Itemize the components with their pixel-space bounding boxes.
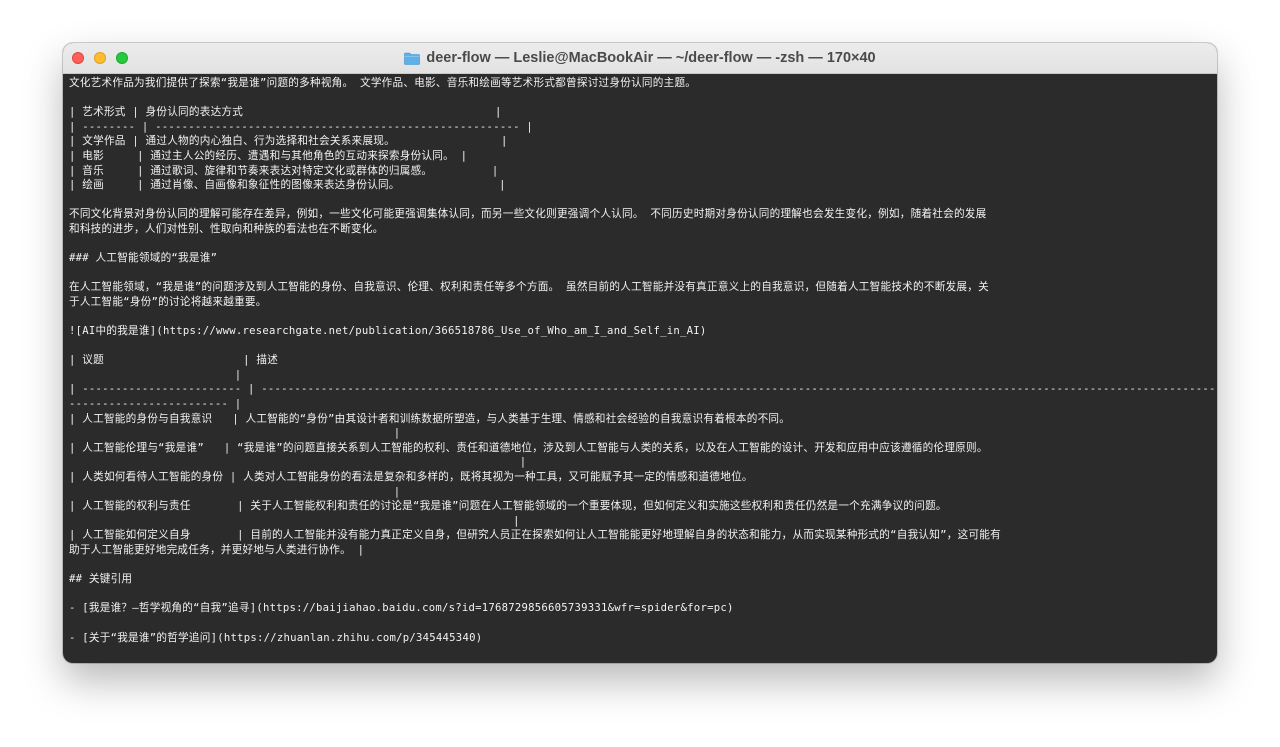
terminal-line: | 人工智能的身份与自我意识 | 人工智能的“身份”由其设计者和训练数据所塑造，… <box>69 412 791 425</box>
terminal-window: deer-flow — Leslie@MacBookAir — ~/deer-f… <box>63 43 1217 663</box>
terminal-line: | 艺术形式 | 身份认同的表达方式 | <box>69 106 502 119</box>
terminal-line: 文化艺术作品为我们提供了探索“我是谁”问题的多种视角。 文学作品、电影、音乐和绘… <box>69 77 697 89</box>
terminal-line: | <box>69 485 401 498</box>
terminal-line: | <box>69 427 401 440</box>
folder-icon <box>404 52 421 65</box>
terminal-line: ## 关键引用 <box>69 573 133 586</box>
terminal-line: - [我是谁？—哲学视角的“自我”追寻](https://baijiahao.b… <box>69 602 734 615</box>
terminal-line: | 人工智能的权利与责任 | 关于人工智能权利和责任的讨论是“我是谁”问题在人工… <box>69 500 947 513</box>
terminal-line: | 音乐 | 通过歌词、旋律和节奏来表达对特定文化或群体的归属感。 | <box>69 164 499 177</box>
terminal-line: ------------------------ | <box>69 398 242 411</box>
terminal-line: - [关于“我是谁”的哲学追问](https://zhuanlan.zhihu.… <box>69 631 483 644</box>
terminal-line: | 绘画 | 通过肖像、自画像和象征性的图像来表达身份认同。 | <box>69 179 506 192</box>
terminal-line: | <box>69 368 242 381</box>
terminal-line: 于人工智能“身份”的讨论将越来越重要。 <box>69 295 267 308</box>
terminal-line: | 文学作品 | 通过人物的内心独白、行为选择和社会关系来展现。 | <box>69 135 508 148</box>
terminal-line: | <box>69 456 527 469</box>
terminal-output[interactable]: 文化艺术作品为我们提供了探索“我是谁”问题的多种视角。 文学作品、电影、音乐和绘… <box>69 74 1215 663</box>
terminal-line: | ------------------------ | -----------… <box>69 383 1215 396</box>
window-title: deer-flow — Leslie@MacBookAir — ~/deer-f… <box>426 50 876 66</box>
terminal-line: 不同文化背景对身份认同的理解可能存在差异，例如，一些文化可能更强调集体认同，而另… <box>69 208 987 221</box>
terminal-line: | 人工智能伦理与“我是谁” | “我是谁”的问题直接关系到人工智能的权利、责任… <box>69 441 988 454</box>
terminal-line: | 议题 | 描述 <box>69 354 279 367</box>
terminal-line: 和科技的进步，人们对性别、性取向和种族的看法也在不断变化。 <box>69 222 384 235</box>
terminal-line: | 人工智能如何定义自身 | 目前的人工智能并没有能力真正定义自身，但研究人员正… <box>69 529 1001 542</box>
terminal-line: 在人工智能领域，“我是谁”的问题涉及到人工智能的身份、自我意识、伦理、权利和责任… <box>69 281 989 294</box>
terminal-line: | -------- | ---------------------------… <box>69 120 533 133</box>
terminal-line: | 电影 | 通过主人公的经历、遭遇和与其他角色的互动来探索身份认同。 | <box>69 149 468 162</box>
terminal-line: 助于人工智能更好地完成任务，并更好地与人类进行协作。 | <box>69 544 365 556</box>
terminal-line: | <box>69 514 520 527</box>
terminal-line: ![AI中的我是谁](https://www.researchgate.net/… <box>69 325 707 338</box>
terminal-line: ### 人工智能领域的“我是谁” <box>69 252 218 265</box>
terminal-line: | 人类如何看待人工智能的身份 | 人类对人工智能身份的看法是复杂和多样的，既将… <box>69 471 753 484</box>
window-title-area: deer-flow — Leslie@MacBookAir — ~/deer-f… <box>63 43 1217 73</box>
title-bar[interactable]: deer-flow — Leslie@MacBookAir — ~/deer-f… <box>63 43 1217 74</box>
